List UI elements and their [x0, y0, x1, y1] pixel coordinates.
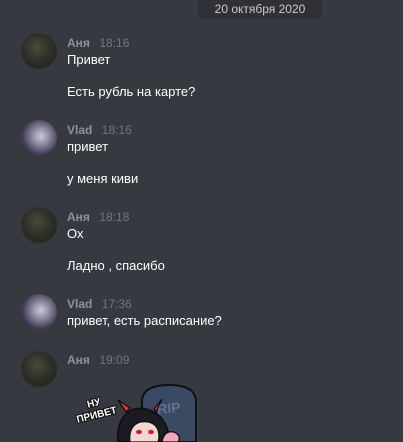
avatar[interactable]: [21, 120, 57, 156]
message-text: привет, есть расписание?: [67, 313, 222, 328]
eye-icon: [148, 429, 154, 435]
avatar[interactable]: [21, 33, 57, 69]
horn-icon: [117, 399, 131, 413]
sticker[interactable]: RIP НУ ПРИВЕТ: [70, 380, 230, 442]
character-face: [129, 421, 160, 442]
avatar[interactable]: [21, 294, 57, 330]
sticker-caption: НУ ПРИВЕТ: [75, 396, 120, 427]
message-author[interactable]: Vlad: [67, 123, 92, 137]
message-text: привет: [67, 139, 109, 154]
avatar[interactable]: [21, 207, 57, 243]
message-timestamp: 18:18: [99, 210, 130, 224]
message-timestamp: 18:16: [99, 36, 130, 50]
date-divider: 20 октября 2020: [198, 0, 322, 19]
eye-icon: [136, 429, 142, 435]
message-text: Ох: [67, 226, 84, 241]
message-author[interactable]: Аня: [67, 353, 90, 367]
message-text: у меня киви: [67, 171, 139, 186]
message-timestamp: 19:09: [99, 353, 130, 367]
message-author[interactable]: Vlad: [67, 297, 92, 311]
message-author[interactable]: Аня: [67, 210, 90, 224]
message-text: Есть рубль на карте?: [67, 84, 196, 99]
message-timestamp: 17:36: [101, 297, 132, 311]
avatar[interactable]: [21, 351, 57, 387]
message-author[interactable]: Аня: [67, 36, 90, 50]
message-text: Ладно , спасибо: [67, 258, 165, 273]
message-timestamp: 18:16: [101, 123, 132, 137]
message-text: Привет: [67, 52, 111, 67]
